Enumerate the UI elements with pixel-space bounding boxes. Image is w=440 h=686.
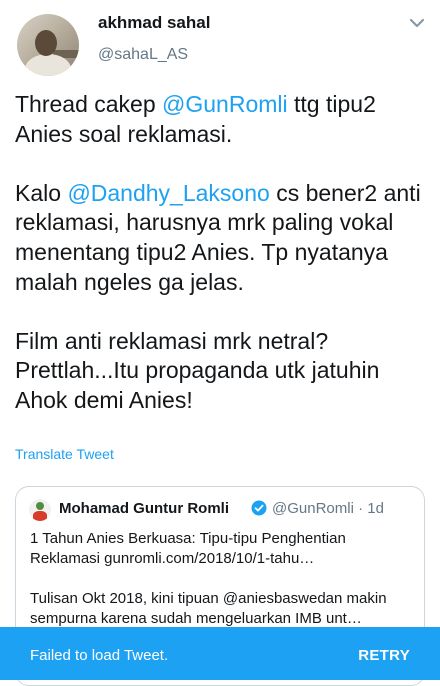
avatar-photo-body bbox=[25, 54, 71, 76]
chevron-down-icon[interactable] bbox=[404, 10, 430, 36]
tweet-header: akhmad sahal @sahaL_AS bbox=[0, 0, 440, 80]
tweet-paragraph-2: Kalo @Dandhy_Laksono cs bener2 anti rekl… bbox=[15, 179, 430, 297]
tweet-body: Thread cakep @GunRomli ttg tipu2 Anies s… bbox=[15, 90, 430, 416]
quoted-author-avatar bbox=[29, 499, 51, 521]
author-avatar[interactable] bbox=[17, 14, 79, 76]
error-snackbar: Failed to load Tweet. RETRY bbox=[0, 627, 440, 680]
author-handle[interactable]: @sahaL_AS bbox=[98, 46, 188, 64]
tweet-paragraph-1: Thread cakep @GunRomli ttg tipu2 Anies s… bbox=[15, 90, 430, 149]
snackbar-message: Failed to load Tweet. bbox=[30, 647, 169, 664]
quoted-author-name: Mohamad Guntur Romli bbox=[59, 500, 229, 517]
verified-badge-icon bbox=[251, 500, 267, 516]
quoted-text-line-2: Tulisan Okt 2018, kini tipuan @aniesbasw… bbox=[30, 590, 387, 627]
tweet-text-segment: Thread cakep bbox=[15, 91, 163, 117]
tweet-paragraph-3: Film anti reklamasi mrk netral? Prettlah… bbox=[15, 327, 380, 413]
avatar-photo-face bbox=[35, 30, 57, 56]
avatar-photo-shirt bbox=[33, 511, 47, 521]
quoted-handle-time: @GunRomli · 1d bbox=[272, 500, 384, 517]
retry-button[interactable]: RETRY bbox=[358, 647, 410, 664]
translate-tweet-link[interactable]: Translate Tweet bbox=[15, 446, 114, 462]
mention-link-gunromli[interactable]: @GunRomli bbox=[162, 91, 288, 117]
avatar-photo-head bbox=[36, 502, 44, 510]
mention-link-dandhy[interactable]: @Dandhy_Laksono bbox=[67, 180, 269, 206]
tweet-text-segment: Kalo bbox=[15, 179, 68, 206]
quoted-text-line-1: 1 Tahun Anies Berkuasa: Tipu-tipu Penghe… bbox=[30, 530, 346, 567]
author-display-name[interactable]: akhmad sahal bbox=[98, 13, 210, 33]
